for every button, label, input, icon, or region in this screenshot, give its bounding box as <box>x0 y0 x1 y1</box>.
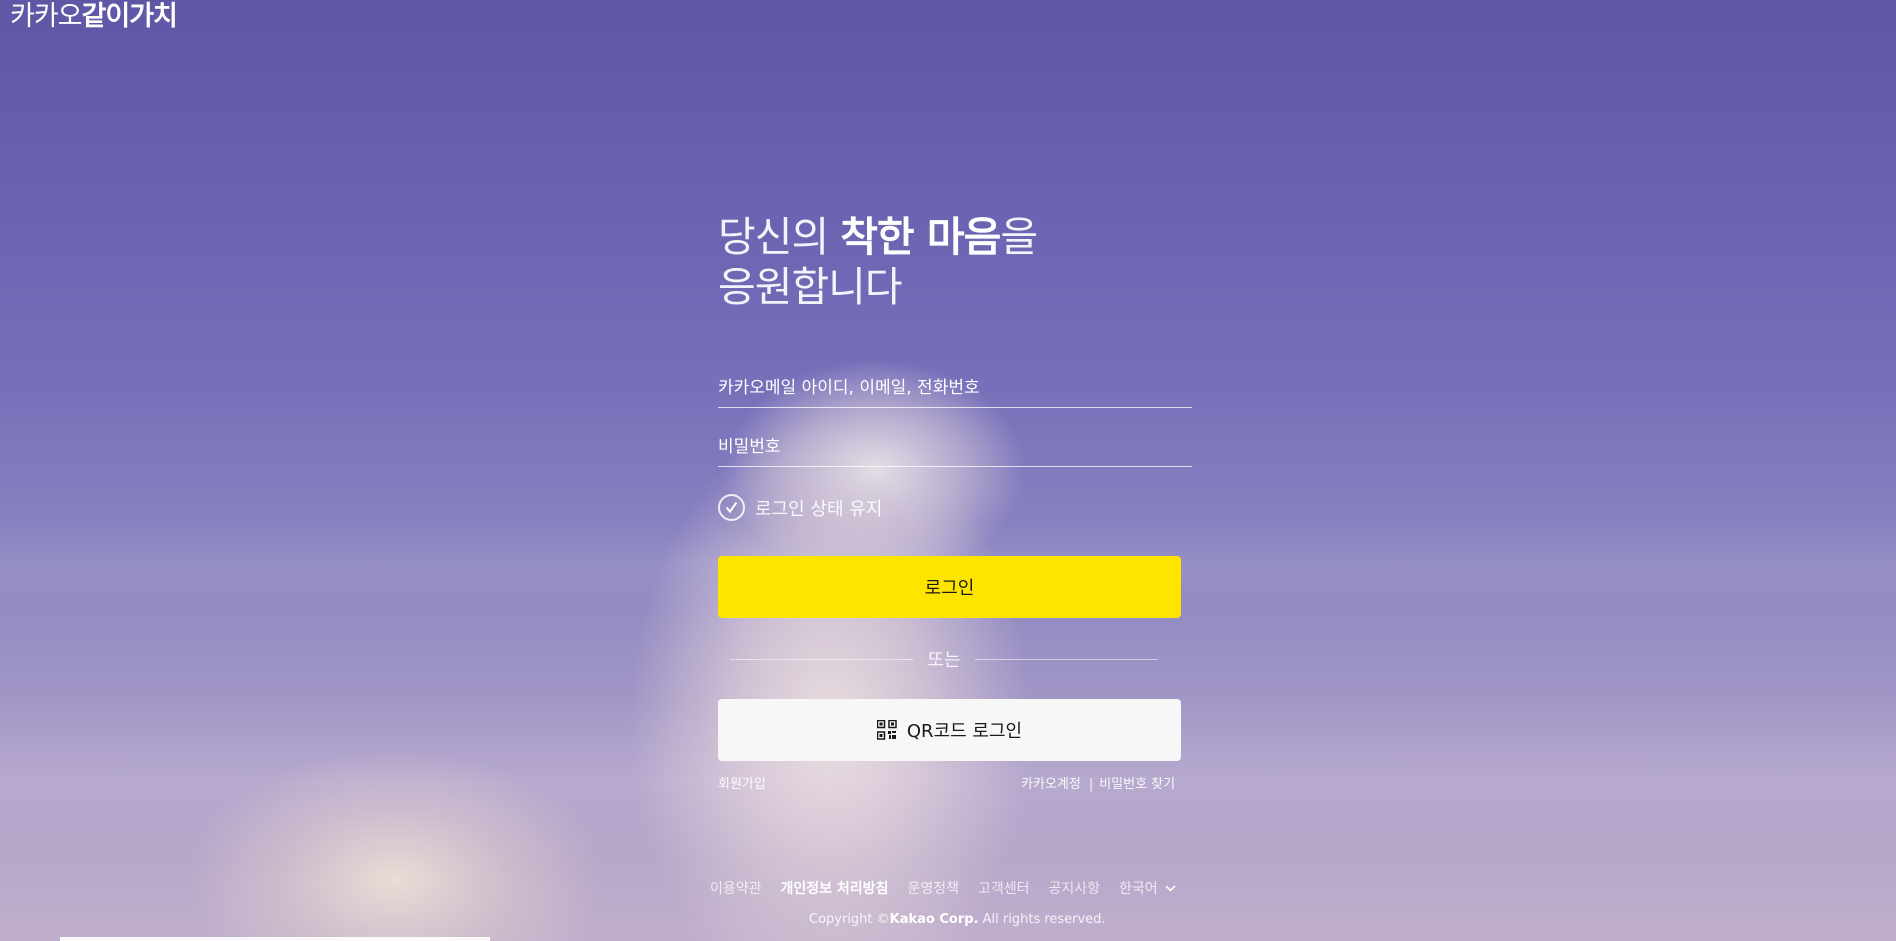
footer-link-support[interactable]: 고객센터 <box>978 878 1030 898</box>
signup-link-wrapper: 회원가입 <box>718 773 766 792</box>
or-text: 또는 <box>927 650 961 671</box>
footer-link-terms[interactable]: 이용약관 <box>710 878 762 898</box>
footer-link-policy[interactable]: 운영정책 <box>907 878 959 898</box>
language-select[interactable]: 한국어 <box>1119 878 1176 898</box>
id-input[interactable] <box>718 371 1192 405</box>
headline-line2: 응원합니다 <box>718 263 903 311</box>
qr-login-button[interactable]: QR코드 로그인 <box>718 699 1181 761</box>
keep-login-checkbox[interactable]: 로그인 상태 유지 <box>718 494 882 521</box>
password-input[interactable] <box>718 430 1192 464</box>
login-button[interactable]: 로그인 <box>718 556 1181 618</box>
divider-line <box>730 658 914 660</box>
link-separator: | <box>1088 777 1094 792</box>
language-label: 한국어 <box>1119 881 1158 897</box>
footer-link-privacy[interactable]: 개인정보 처리방침 <box>781 878 889 898</box>
logo[interactable]: 카카오같이가치 <box>10 0 178 34</box>
copyright: Copyright ©Kakao Corp. All rights reserv… <box>809 912 1106 927</box>
headline-bold: 착한 마음 <box>840 213 1001 261</box>
background-edge <box>60 937 490 941</box>
footer-nav: 이용약관 개인정보 처리방침 운영정책 고객센터 공지사항 한국어 <box>710 878 1176 898</box>
headline-line1: 당신의 착한 마음을 <box>718 212 1038 262</box>
logo-text-bold: 같이가치 <box>81 1 178 32</box>
signup-link[interactable]: 회원가입 <box>718 777 766 792</box>
keep-login-label: 로그인 상태 유지 <box>755 498 883 520</box>
check-icon <box>718 494 745 521</box>
password-field-wrapper <box>718 430 1192 467</box>
qr-code-icon <box>876 720 897 740</box>
headline-prefix: 당신의 <box>718 213 841 261</box>
divider-line <box>974 658 1158 660</box>
qr-login-label: QR코드 로그인 <box>906 721 1023 742</box>
id-field-wrapper <box>718 371 1192 408</box>
find-password-link[interactable]: 비밀번호 찾기 <box>1099 777 1175 792</box>
logo-text-light: 카카오 <box>10 1 83 32</box>
account-links: 카카오계정 | 비밀번호 찾기 <box>1021 773 1175 792</box>
or-divider: 또는 <box>730 646 1158 672</box>
copyright-company: Kakao Corp. <box>889 912 979 927</box>
chevron-down-icon <box>1165 884 1176 892</box>
copyright-suffix: All rights reserved. <box>978 912 1106 927</box>
headline-suffix: 을 <box>1000 213 1038 261</box>
copyright-prefix: Copyright © <box>809 912 890 927</box>
headline: 당신의 착한 마음을 응원합니다 <box>718 212 1038 312</box>
kakao-account-link[interactable]: 카카오계정 <box>1021 777 1081 792</box>
footer-link-notice[interactable]: 공지사항 <box>1049 878 1101 898</box>
